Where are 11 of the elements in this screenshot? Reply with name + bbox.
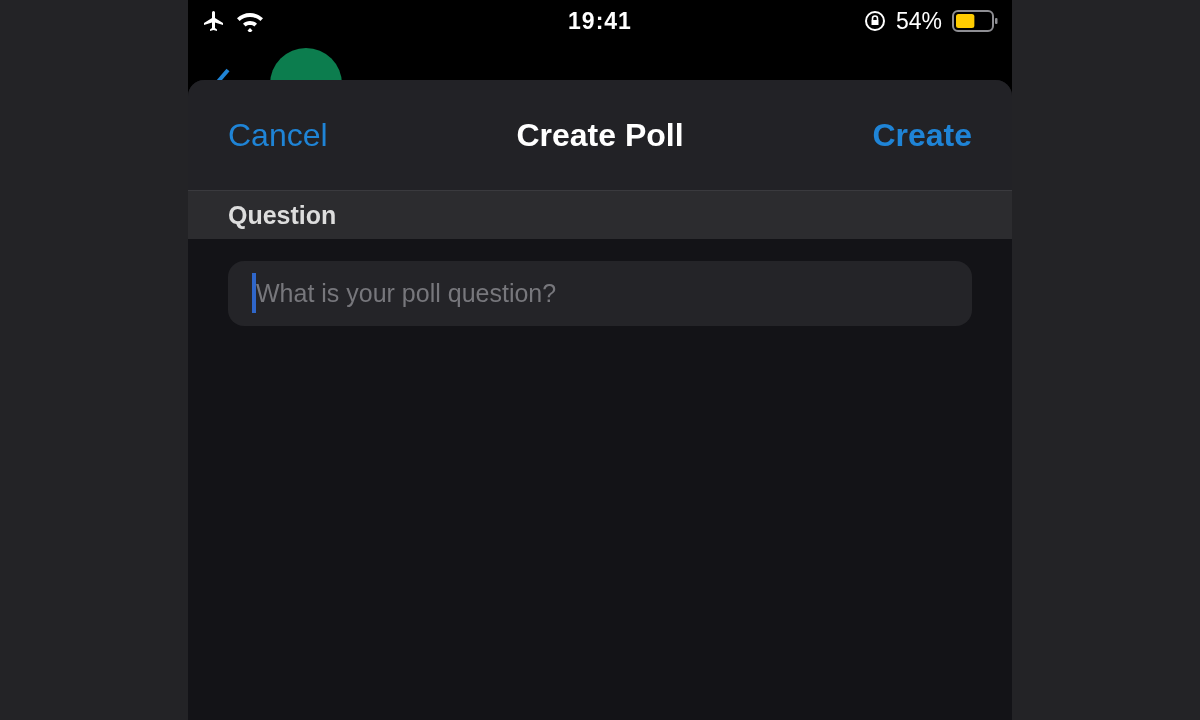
airplane-icon xyxy=(202,9,226,33)
sheet-title: Create Poll xyxy=(516,116,684,154)
section-header: Question xyxy=(228,200,337,230)
wifi-icon xyxy=(236,10,264,32)
cancel-button[interactable]: Cancel xyxy=(228,116,328,154)
question-field[interactable]: What is your poll question? xyxy=(228,261,972,326)
battery-icon xyxy=(952,10,998,32)
rotation-lock-icon xyxy=(863,10,886,32)
clock: 19:41 xyxy=(568,7,632,35)
create-button[interactable]: Create xyxy=(872,116,972,154)
battery-percentage: 54% xyxy=(895,7,942,35)
